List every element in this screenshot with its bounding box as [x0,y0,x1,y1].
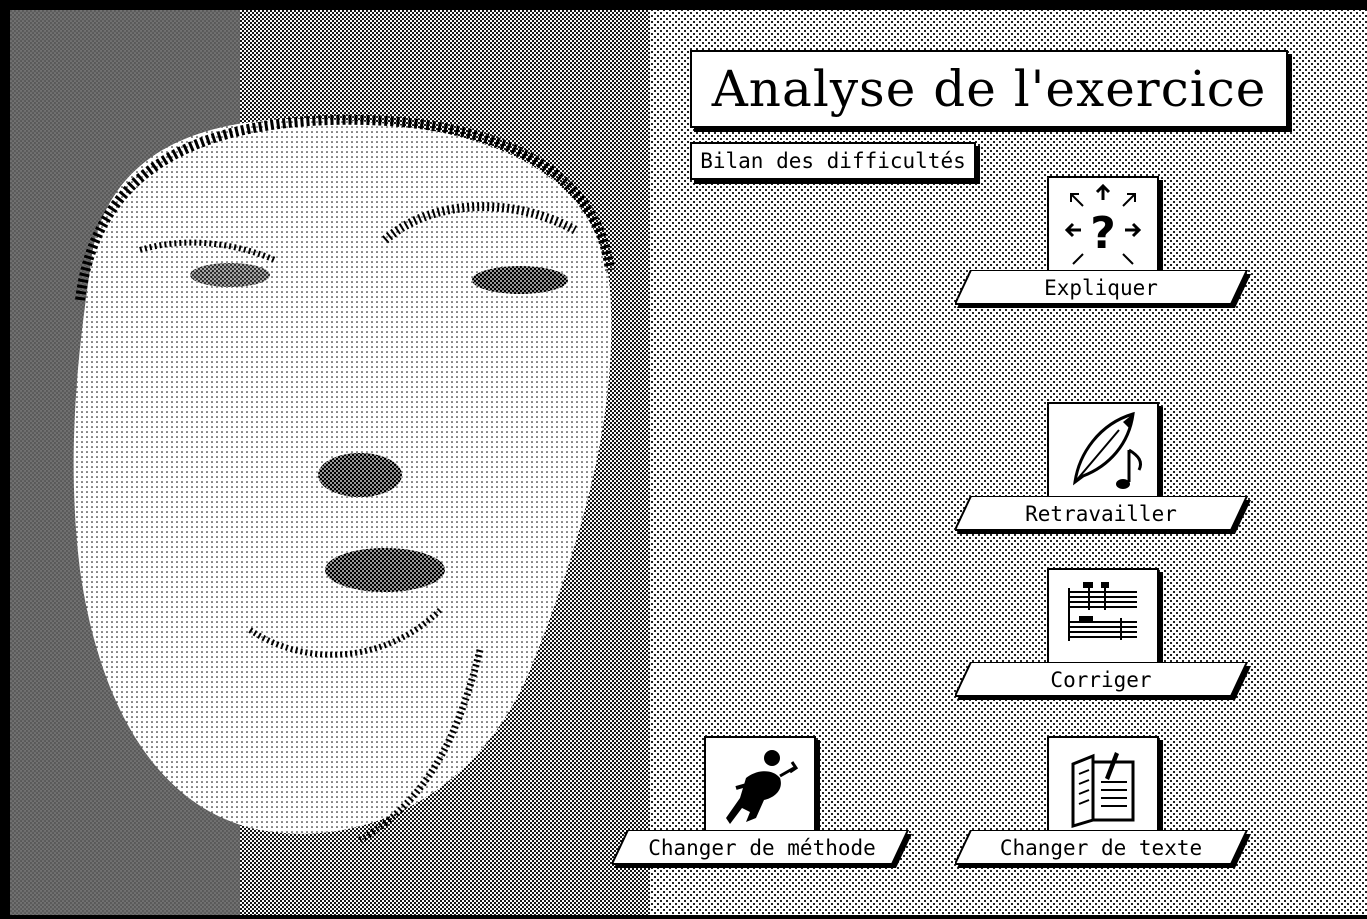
question-arrows-icon: ? [1047,176,1159,272]
corriger-label: Corriger [1050,668,1152,692]
changer-methode-button[interactable]: Changer de méthode [612,736,912,872]
page-title: Analyse de l'exercice [690,50,1288,128]
open-book-icon [1047,736,1159,832]
changer-methode-label-shape: Changer de méthode [612,830,912,868]
changer-texte-label-shape: Changer de texte [955,830,1251,868]
corriger-button[interactable]: Corriger [955,568,1251,704]
changer-texte-button[interactable]: Changer de texte [955,736,1251,872]
corriger-label-shape: Corriger [955,662,1251,700]
quill-note-icon [1047,402,1159,498]
svg-text:?: ? [1090,208,1116,259]
bilan-button[interactable]: Bilan des difficultés [690,142,976,180]
running-man-icon [704,736,816,832]
changer-methode-label: Changer de méthode [648,836,876,860]
changer-texte-label: Changer de texte [999,836,1203,860]
expliquer-button[interactable]: ? Expliquer [955,176,1251,312]
retravailler-label: Retravailler [1025,502,1177,526]
retravailler-label-shape: Retravailler [955,496,1251,534]
portrait-image [10,10,650,915]
expliquer-label-shape: Expliquer [955,270,1251,308]
score-sheet-icon [1047,568,1159,664]
retravailler-button[interactable]: Retravailler [955,402,1251,538]
expliquer-label: Expliquer [1044,276,1158,300]
